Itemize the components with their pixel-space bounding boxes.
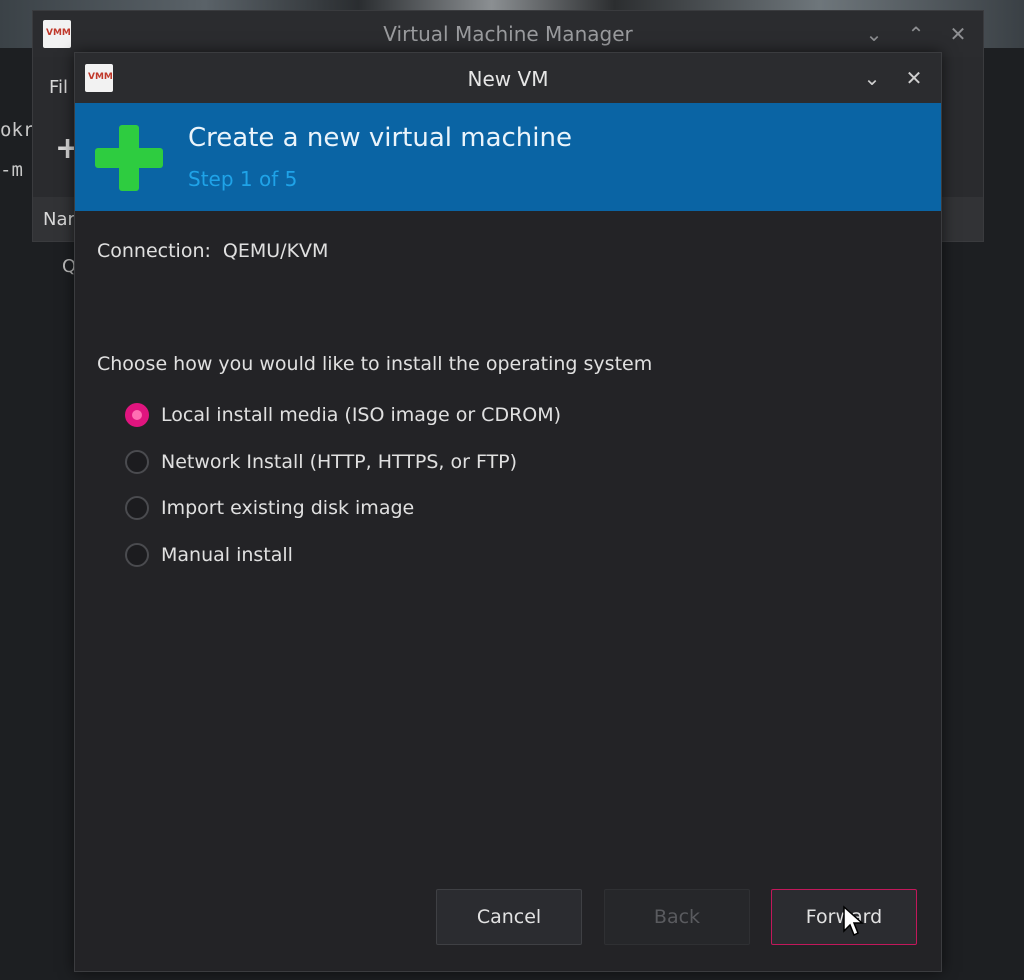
radio-button[interactable] [125,543,149,567]
dialog-minimize-chevron-icon[interactable]: ⌄ [859,65,885,91]
dialog-close-icon[interactable]: ✕ [901,65,927,91]
radio-label: Import existing disk image [161,497,415,519]
dialog-title: New VM [467,67,549,91]
terminal-line: -m [0,159,23,181]
radio-button-selected[interactable] [125,403,149,427]
radio-label: Local install media (ISO image or CDROM) [161,404,562,426]
main-titlebar: VMM Virtual Machine Manager ⌄ ⌃ ✕ [33,11,983,57]
maximize-chevron-icon[interactable]: ⌃ [903,21,929,47]
cancel-button[interactable]: Cancel [436,889,582,945]
dialog-titlebar: VMM New VM ⌄ ✕ [75,53,941,103]
radio-local-install-media[interactable]: Local install media (ISO image or CDROM) [125,400,561,430]
connection-label: Connection: [97,240,211,262]
wizard-title: Create a new virtual machine [188,123,572,153]
wizard-banner: Create a new virtual machine Step 1 of 5 [75,103,941,211]
desktop-terminal-text: okr -m [0,110,34,190]
radio-manual-install[interactable]: Manual install [125,540,293,570]
connection-value: QEMU/KVM [222,240,329,262]
radio-label: Manual install [161,544,293,566]
main-window-title: Virtual Machine Manager [383,22,633,46]
install-method-prompt: Choose how you would like to install the… [97,353,653,375]
minimize-chevron-icon[interactable]: ⌄ [861,21,887,47]
new-vm-dialog: VMM New VM ⌄ ✕ Create a new virtual mach… [74,52,942,972]
terminal-line: okr [0,119,35,141]
add-plus-icon [95,125,163,191]
radio-import-disk-image[interactable]: Import existing disk image [125,493,414,523]
radio-label: Network Install (HTTP, HTTPS, or FTP) [161,451,518,473]
connection-info: Connection: QEMU/KVM [97,240,328,262]
menu-file[interactable]: Fil [49,77,68,98]
column-name-header[interactable]: Nar [43,209,75,230]
mouse-pointer-icon [843,905,864,937]
radio-network-install[interactable]: Network Install (HTTP, HTTPS, or FTP) [125,447,517,477]
radio-button[interactable] [125,496,149,520]
radio-button[interactable] [125,450,149,474]
main-close-icon[interactable]: ✕ [945,21,971,47]
wizard-step-indicator: Step 1 of 5 [188,167,298,191]
back-button[interactable]: Back [604,889,750,945]
